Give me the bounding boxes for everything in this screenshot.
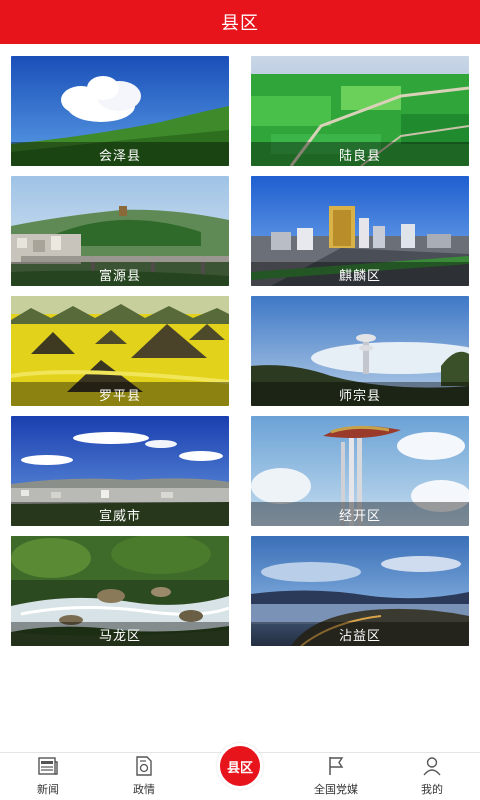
- tab-label: 我的: [421, 783, 443, 796]
- tab-label: 政情: [133, 783, 155, 796]
- newspaper-icon: [36, 754, 60, 778]
- bottom-tab-bar: 新闻 政情 县区 全国党媒 我的: [0, 743, 480, 800]
- county-tile-zhanyi[interactable]: 沾益区: [251, 536, 469, 646]
- tab-politics[interactable]: 政情: [96, 753, 192, 800]
- county-tile-qilin[interactable]: 麒麟区: [251, 176, 469, 286]
- county-tile-fuyuan[interactable]: 富源县: [11, 176, 229, 286]
- county-tile-xuanwei[interactable]: 宣威市: [11, 416, 229, 526]
- county-tile-label: 麒麟区: [251, 262, 469, 286]
- county-tile-luliang[interactable]: 陆良县: [251, 56, 469, 166]
- county-tile-luoping[interactable]: 罗平县: [11, 296, 229, 406]
- county-tile-label: 富源县: [11, 262, 229, 286]
- user-icon: [420, 754, 444, 778]
- county-tile-label: 师宗县: [251, 382, 469, 406]
- header-bar: 县区: [0, 0, 480, 44]
- county-tile-jingkai[interactable]: 经开区: [251, 416, 469, 526]
- county-tile-label: 罗平县: [11, 382, 229, 406]
- tab-national-party-media[interactable]: 全国党媒: [288, 753, 384, 800]
- county-tile-label: 经开区: [251, 502, 469, 526]
- flag-icon: [324, 754, 348, 778]
- county-tile-label: 马龙区: [11, 622, 229, 646]
- tab-news[interactable]: 新闻: [0, 753, 96, 800]
- county-tile-shizong[interactable]: 师宗县: [251, 296, 469, 406]
- county-tile-huize[interactable]: 会泽县: [11, 56, 229, 166]
- county-tile-label: 会泽县: [11, 142, 229, 166]
- county-tile-malong[interactable]: 马龙区: [11, 536, 229, 646]
- tab-label: 新闻: [37, 783, 59, 796]
- app-root: 县区 会泽县 陆良县 富源县 麒麟区 罗平县 师宗县 宣威市 经开区 马龙区 沾…: [0, 0, 480, 800]
- county-badge-icon: 县区: [217, 743, 263, 789]
- county-tile-label: 宣威市: [11, 502, 229, 526]
- tab-county[interactable]: 县区: [192, 743, 288, 800]
- tab-label: 全国党媒: [314, 783, 358, 796]
- county-tile-label: 陆良县: [251, 142, 469, 166]
- page-title: 县区: [221, 13, 259, 34]
- document-seal-icon: [132, 754, 156, 778]
- county-tile-label: 沾益区: [251, 622, 469, 646]
- tab-mine[interactable]: 我的: [384, 753, 480, 800]
